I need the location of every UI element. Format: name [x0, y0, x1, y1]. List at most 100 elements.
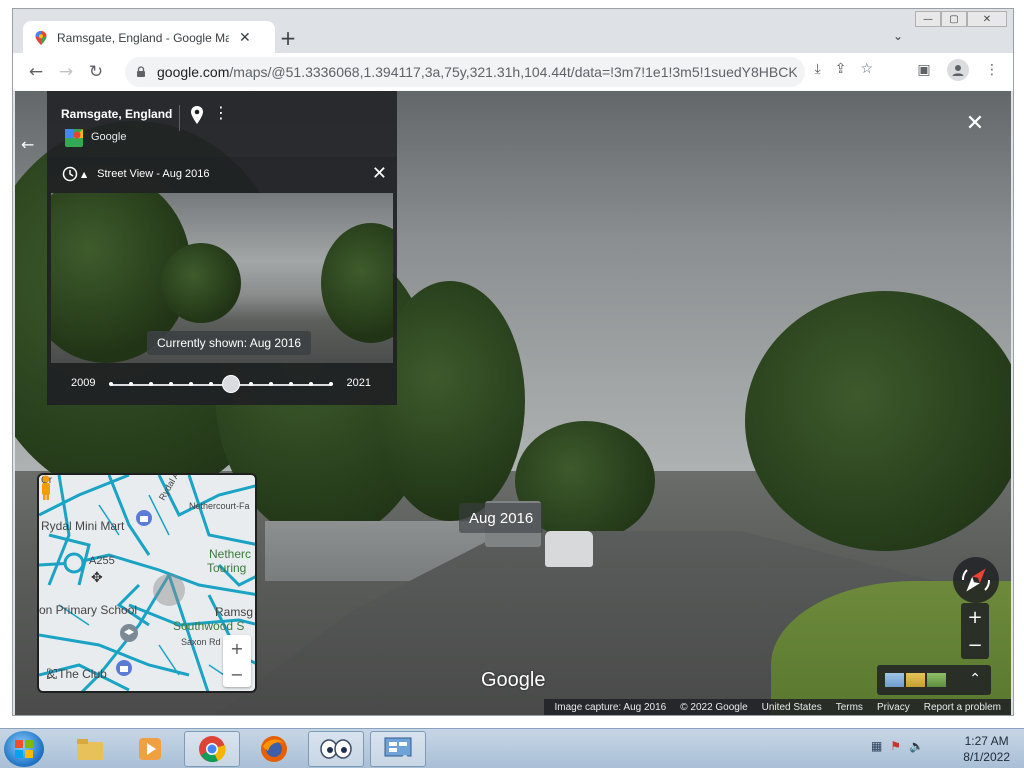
tree-center-left	[375, 281, 525, 521]
share-icon[interactable]: ⇪	[835, 61, 847, 77]
time-slider[interactable]: 2009 2021	[47, 367, 397, 403]
pegman-icon[interactable]	[39, 475, 53, 501]
close-window-button[interactable]: ✕	[967, 11, 1007, 27]
install-app-icon[interactable]: ⤓	[815, 61, 821, 77]
map-label-touring: Touring	[207, 561, 247, 575]
time-travel-preview[interactable]: Currently shown: Aug 2016	[51, 193, 393, 363]
map-label-southwood: Southwood S	[173, 619, 245, 633]
time-travel-panel: ▲ Street View - Aug 2016 ✕ Currently sho…	[47, 157, 397, 405]
tree-right	[745, 291, 1011, 551]
zoom-out-button[interactable]: −	[961, 631, 989, 659]
slider-dot[interactable]	[129, 382, 133, 386]
side-panel-icon[interactable]: ▣	[911, 57, 937, 83]
profile-button[interactable]	[945, 57, 971, 83]
time-travel-title: Street View - Aug 2016	[97, 168, 210, 180]
new-tab-button[interactable]: +	[275, 25, 301, 51]
avatar	[947, 59, 969, 81]
clock-date: 8/1/2022	[963, 750, 1010, 764]
more-options-icon[interactable]: ⋮	[213, 105, 229, 121]
privacy-link[interactable]: Privacy	[877, 702, 910, 713]
street-view-viewport[interactable]: ✕ Ramsgate, England Google ⋮ ← ▲ Street …	[15, 91, 1011, 715]
taskbar: ▦ ⚑ 🔈 1:27 AM 8/1/2022	[0, 728, 1024, 768]
back-button[interactable]: ←	[21, 57, 51, 87]
street-view-zoom: + −	[961, 603, 989, 659]
slider-dot[interactable]	[269, 382, 273, 386]
slider-thumb[interactable]	[222, 375, 240, 393]
url-path: /maps/@51.3336068,1.394117,3a,75y,321.31…	[229, 64, 797, 80]
map-footer: Image capture: Aug 2016 © 2022 Google Un…	[544, 699, 1011, 715]
taskbar-chrome[interactable]	[184, 731, 240, 767]
mini-map[interactable]: Gr Rydal Mini Mart Rydal Ave Nethercourt…	[37, 473, 257, 693]
expand-map-icon[interactable]: ⛶	[47, 667, 57, 683]
forward-button[interactable]: →	[51, 57, 81, 87]
taskbar-control-panel[interactable]	[370, 731, 426, 767]
club-marker-icon	[116, 660, 132, 676]
map-label-rydal-mini-mart: Rydal Mini Mart	[41, 519, 125, 533]
copyright: © 2022 Google	[680, 701, 748, 713]
browser-window: Ramsgate, England - Google Maps ✕ + ⌄ — …	[12, 8, 1014, 716]
maximize-button[interactable]: ▢	[941, 11, 967, 27]
slider-dot[interactable]	[109, 382, 113, 386]
volume-icon[interactable]: 🔈	[909, 739, 924, 753]
firefox-icon	[261, 736, 287, 762]
taskbar-clock[interactable]: 1:27 AM 8/1/2022	[963, 733, 1010, 765]
chrome-icon	[199, 736, 226, 763]
terms-link[interactable]: Terms	[836, 702, 863, 713]
bookmark-star-icon[interactable]: ☆	[860, 61, 873, 77]
minimize-button[interactable]: —	[915, 11, 941, 27]
zoom-in-button[interactable]: +	[961, 603, 989, 631]
map-pin-icon[interactable]	[189, 105, 205, 125]
url-host: google.com	[157, 64, 230, 80]
shop-icon	[136, 510, 152, 526]
taskbar-firefox[interactable]	[246, 731, 302, 767]
country-link[interactable]: United States	[762, 702, 822, 713]
action-center-flag-icon[interactable]: ⚑	[890, 739, 901, 753]
tab-search-icon[interactable]: ⌄	[893, 29, 903, 43]
layer-thumb-imagery[interactable]	[906, 673, 925, 687]
slider-dot[interactable]	[249, 382, 253, 386]
caret-up-icon[interactable]: ▲	[81, 170, 87, 179]
slider-dot[interactable]	[209, 382, 213, 386]
taskbar-media-player[interactable]	[122, 731, 178, 767]
date-badge: Aug 2016	[459, 503, 544, 533]
taskbar-file-explorer[interactable]	[62, 731, 118, 767]
mini-map-zoom-out-button[interactable]: −	[223, 661, 251, 687]
start-button[interactable]	[4, 731, 44, 767]
slider-year-start: 2009	[71, 377, 96, 389]
mini-map-zoom: + −	[223, 635, 251, 687]
history-icon[interactable]	[61, 165, 79, 183]
slider-dot[interactable]	[189, 382, 193, 386]
windows-logo-icon	[15, 740, 33, 758]
network-icon[interactable]: ▦	[871, 739, 882, 753]
preview-tree-right	[321, 223, 393, 343]
address-bar[interactable]: google.com/maps/@51.3336068,1.394117,3a,…	[125, 57, 805, 87]
report-problem-link[interactable]: Report a problem	[924, 702, 1001, 713]
back-arrow-icon[interactable]: ←	[21, 135, 34, 154]
place-title: Ramsgate, England	[61, 107, 173, 121]
slider-dot[interactable]	[169, 382, 173, 386]
layer-thumb-terrain[interactable]	[927, 673, 946, 687]
mini-map-zoom-in-button[interactable]: +	[223, 635, 251, 661]
reload-button[interactable]: ↻	[81, 57, 111, 87]
slider-dot[interactable]	[289, 382, 293, 386]
slider-dot[interactable]	[329, 382, 333, 386]
google-maps-logo-icon	[65, 129, 83, 147]
slider-track[interactable]	[111, 384, 331, 386]
header-divider	[179, 105, 180, 131]
tab-google-maps[interactable]: Ramsgate, England - Google Maps ✕	[23, 21, 275, 55]
layers-control[interactable]: ⌃	[877, 665, 991, 695]
lock-icon	[137, 66, 145, 77]
browser-menu-icon[interactable]: ⋮	[979, 57, 1005, 83]
omnibox-actions: ⤓ ⇪ ☆	[815, 61, 874, 77]
slider-dot[interactable]	[309, 382, 313, 386]
tab-close-icon[interactable]: ✕	[239, 30, 251, 46]
compass-icon[interactable]	[953, 557, 999, 603]
expand-layers-icon[interactable]: ⌃	[969, 671, 981, 687]
slider-dot[interactable]	[149, 382, 153, 386]
taskbar-eyes-app[interactable]	[308, 731, 364, 767]
window-controls: — ▢ ✕	[915, 11, 1007, 27]
close-time-travel-icon[interactable]: ✕	[372, 163, 387, 184]
place-subtitle: Google	[91, 131, 127, 143]
close-street-view-button[interactable]: ✕	[963, 111, 987, 136]
layer-thumb-map[interactable]	[885, 673, 904, 687]
